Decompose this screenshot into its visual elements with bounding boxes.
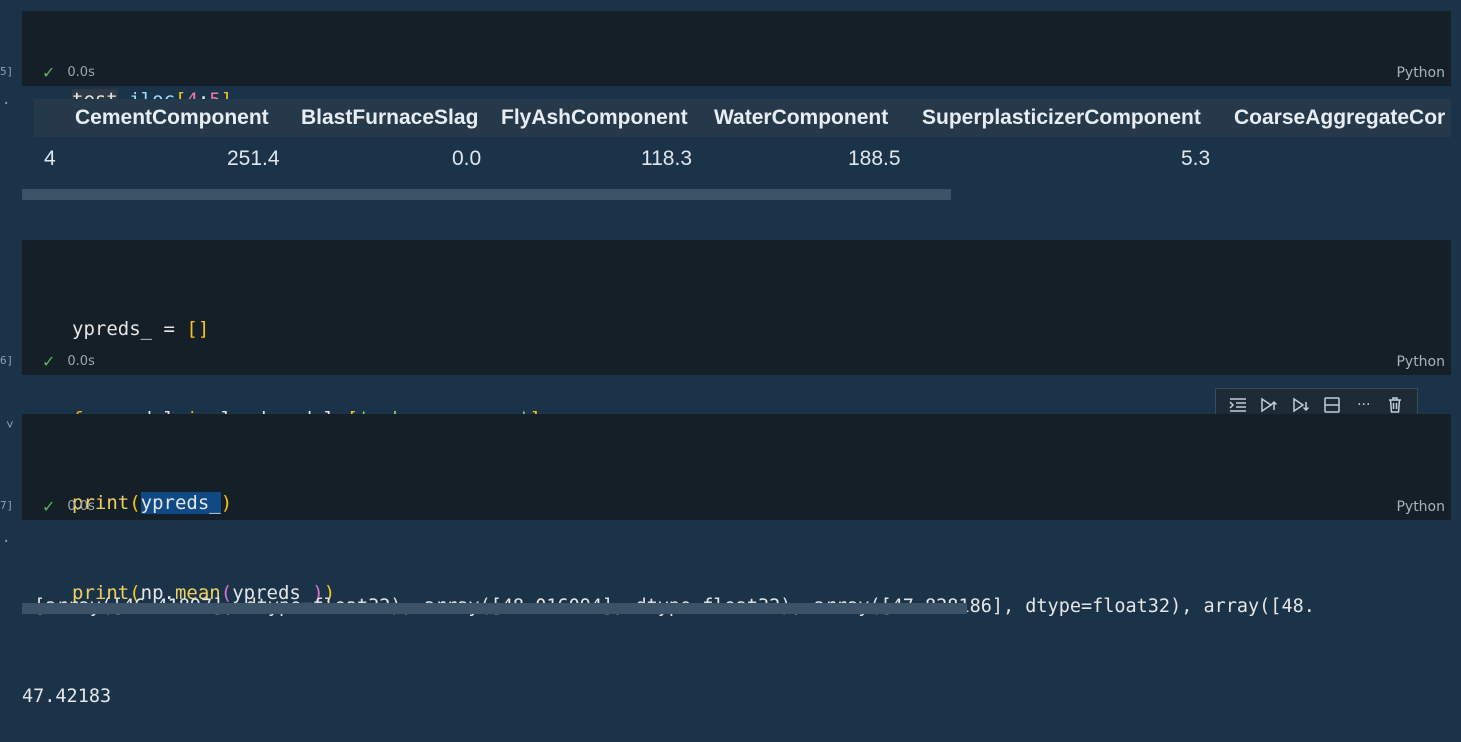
column-header: SuperplasticizerComponent <box>922 106 1201 129</box>
cell-status-3: ✓ 0.0s <box>42 497 95 516</box>
collapse-chevron-icon[interactable]: ˅ <box>6 418 14 433</box>
check-icon: ✓ <box>42 63 56 82</box>
code-line: ypreds_ = [] <box>72 318 210 340</box>
column-header: FlyAshComponent <box>501 106 688 129</box>
table-cell: 0.0 <box>452 147 482 170</box>
check-icon: ✓ <box>42 352 56 371</box>
table-cell: 251.4 <box>227 147 280 170</box>
table-cell: 118.3 <box>641 147 692 170</box>
code-cell-1[interactable]: test.iloc[4:5] ✓ 0.0s Python <box>22 11 1451 111</box>
table-cell: 5.3 <box>1181 147 1211 170</box>
column-header: CoarseAggregateCor <box>1234 106 1446 129</box>
row-index: 4 <box>44 147 56 170</box>
exec-time: 0.0s <box>67 499 95 514</box>
exec-time: 0.0s <box>67 65 95 80</box>
code-line: print(ypreds_) <box>72 492 233 514</box>
code-cell-2[interactable]: ypreds_ = [] for model in load_models['x… <box>22 240 1451 520</box>
run-by-line-icon[interactable] <box>1227 394 1249 416</box>
exec-count-2: 6] <box>0 354 14 367</box>
execute-above-icon[interactable] <box>1258 394 1280 416</box>
column-header: CementComponent <box>75 106 269 129</box>
table-cell: 188.5 <box>848 147 901 170</box>
output-line-2: 47.42183 <box>22 686 112 707</box>
delete-icon[interactable] <box>1384 394 1406 416</box>
exec-count-1: 5] <box>0 65 14 78</box>
exec-time: 0.0s <box>67 354 95 369</box>
output-dot-1: · <box>2 96 11 112</box>
language-indicator[interactable]: Python <box>1396 354 1445 370</box>
execute-below-icon[interactable] <box>1290 394 1312 416</box>
column-header: WaterComponent <box>714 106 889 129</box>
more-icon[interactable]: ··· <box>1353 394 1375 416</box>
exec-count-3: 7] <box>0 499 14 512</box>
horizontal-scrollbar-output[interactable] <box>22 603 967 614</box>
output-dot-2: · <box>2 534 11 550</box>
split-cell-icon[interactable] <box>1321 394 1343 416</box>
language-indicator[interactable]: Python <box>1396 499 1445 515</box>
language-indicator[interactable]: Python <box>1396 65 1445 81</box>
cell-output-text: [array([46.41897], dtype=float32), array… <box>22 532 1315 742</box>
column-header: BlastFurnaceSlag <box>301 106 479 129</box>
check-icon: ✓ <box>42 497 56 516</box>
cell-status-2: ✓ 0.0s <box>42 352 95 371</box>
code-cell-3[interactable]: print(ypreds_) print(np.mean(ypreds_)) ✓… <box>22 414 1451 604</box>
dataframe-output: CementComponent BlastFurnaceSlag FlyAshC… <box>22 97 1451 201</box>
cell-status-1: ✓ 0.0s <box>42 63 95 82</box>
horizontal-scrollbar[interactable] <box>22 189 951 200</box>
